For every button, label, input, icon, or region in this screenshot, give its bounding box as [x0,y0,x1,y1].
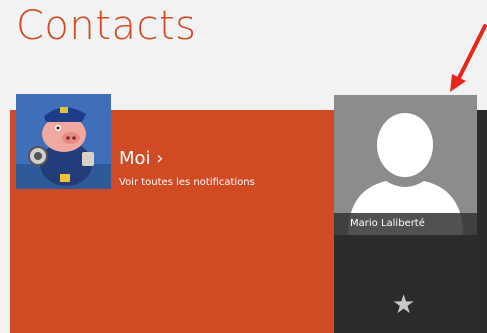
red-arrow-icon [450,24,487,92]
pig-character-icon [16,94,111,189]
me-photo[interactable] [16,94,111,189]
next-tile[interactable] [477,110,487,333]
me-name[interactable]: Moi › [119,150,163,168]
contact-tile[interactable]: Mario Laliberté ★ [334,95,477,333]
star-icon[interactable]: ★ [392,292,415,318]
contact-name: Mario Laliberté [334,213,477,235]
page-title: Contacts [16,3,197,49]
notifications-link[interactable]: Voir toutes les notifications [119,178,255,188]
